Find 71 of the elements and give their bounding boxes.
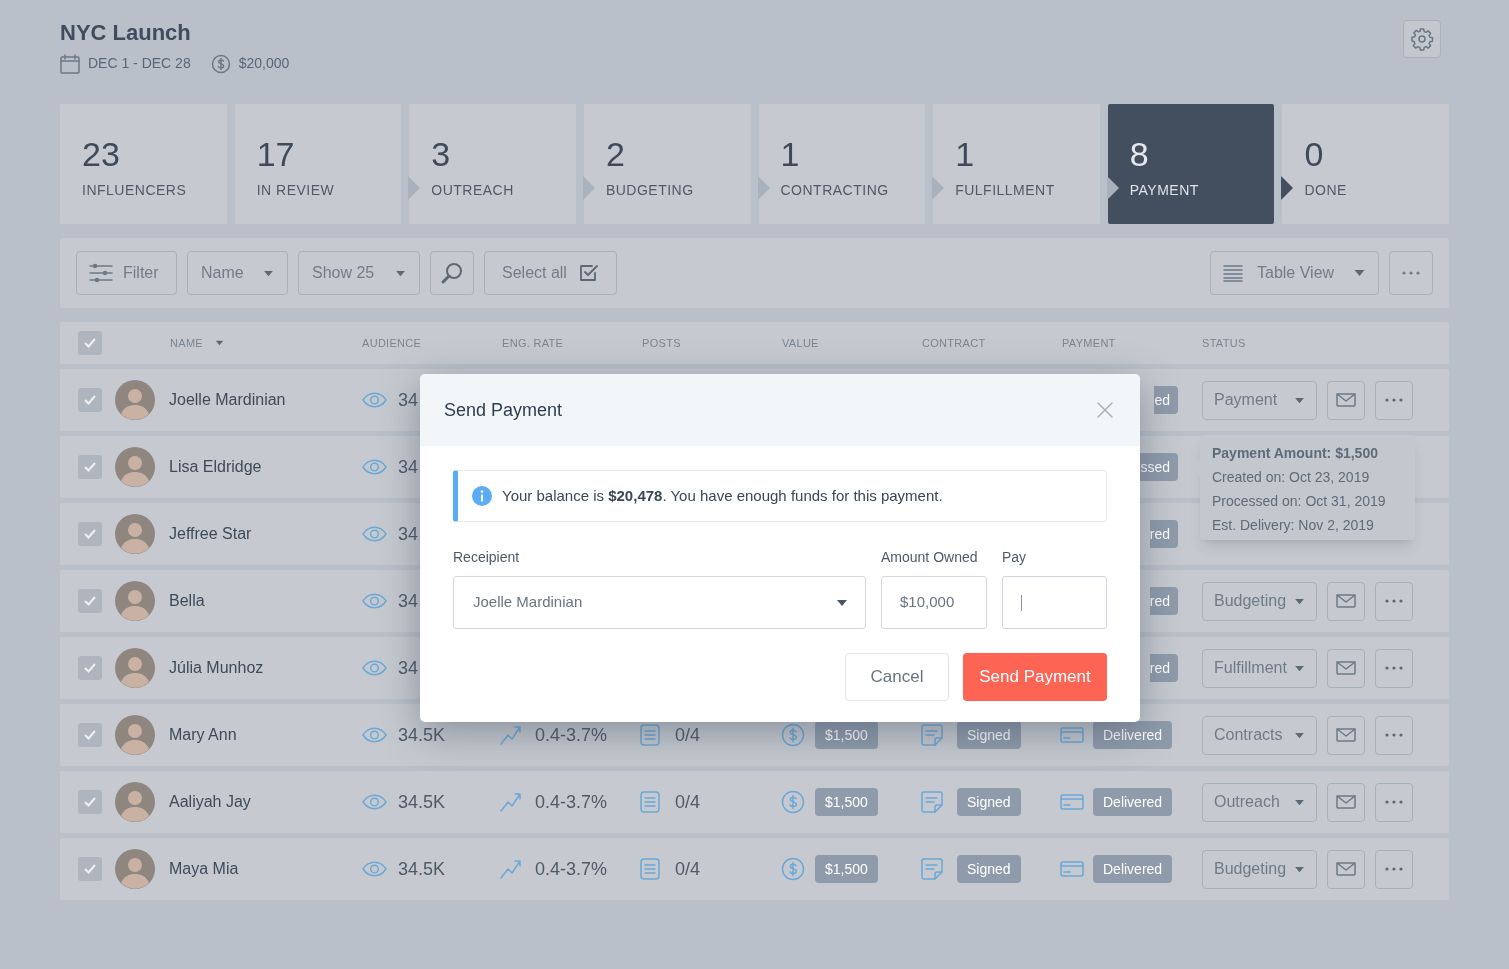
stage-label: DONE <box>1304 180 1348 200</box>
stage-count: 8 <box>1129 133 1150 174</box>
tooltip-line: Est. Delivery: Nov 2, 2019 <box>1212 516 1375 535</box>
column-header: ENG. RATE <box>502 336 564 349</box>
engagement-rate: 0.4-3.7% <box>535 857 608 881</box>
column-header: VALUE <box>782 336 819 349</box>
stage-label: OUTREACH <box>431 180 515 200</box>
stage-label: BUDGETING <box>605 180 695 200</box>
stage-label: FULFILLMENT <box>955 180 1056 200</box>
influencer-name: Mary Ann <box>169 726 237 743</box>
date-range: DEC 1 - DEC 28 <box>88 54 191 73</box>
payment-status-tag: Delivered <box>1093 721 1173 749</box>
stage-label: INFLUENCERS <box>82 180 188 200</box>
influencer-name: Joelle Mardinian <box>169 391 286 408</box>
stage-label: IN REVIEW <box>256 180 336 200</box>
dialog-title: Send Payment <box>444 398 563 422</box>
budget-amount: $20,000 <box>238 54 290 73</box>
payment-status-tag: red <box>1149 654 1178 682</box>
posts-count: 0/4 <box>675 790 701 814</box>
audience-count: 34 <box>398 455 419 479</box>
audience-count: 34 <box>398 589 419 613</box>
payment-status-tag: red <box>1149 587 1178 615</box>
field-label: Amount Owned <box>881 548 979 567</box>
influencer-name: Jeffree Star <box>169 525 252 542</box>
influencer-name: Bella <box>169 592 205 609</box>
audience-count: 34.5K <box>398 723 446 747</box>
influencer-name: Lisa Eldridge <box>169 458 262 475</box>
audience-count: 34.5K <box>398 857 446 881</box>
stage-label: PAYMENT <box>1129 180 1200 200</box>
contract-status-tag: Signed <box>957 788 1021 816</box>
value-tag: $1,500 <box>815 721 878 749</box>
engagement-rate: 0.4-3.7% <box>535 723 608 747</box>
tooltip-line: Processed on: Oct 31, 2019 <box>1212 492 1387 511</box>
contract-status-tag: Signed <box>957 721 1021 749</box>
column-header: POSTS <box>642 336 681 349</box>
tooltip-line: Payment Amount: $1,500 <box>1212 444 1379 463</box>
influencer-name: Maya Mia <box>169 860 239 877</box>
campaign-title: NYC Launch <box>60 19 192 47</box>
field-label: Pay <box>1002 548 1028 567</box>
column-header: CONTRACT <box>922 336 986 349</box>
stage-count: 3 <box>431 133 452 174</box>
column-header: AUDIENCE <box>362 336 422 349</box>
engagement-rate: 0.4-3.7% <box>535 790 608 814</box>
value-tag: $1,500 <box>815 788 878 816</box>
audience-count: 34 <box>398 522 419 546</box>
value-tag: $1,500 <box>815 855 878 883</box>
stage-count: 0 <box>1304 133 1325 174</box>
audience-count: 34.5K <box>398 790 446 814</box>
posts-count: 0/4 <box>675 857 701 881</box>
influencer-name: Aaliyah Jay <box>169 793 251 810</box>
payment-status-tag: Delivered <box>1093 788 1173 816</box>
stage-count: 2 <box>605 133 626 174</box>
stage-count: 23 <box>82 133 121 174</box>
posts-count: 0/4 <box>675 723 701 747</box>
payment-status-tag: ssed <box>1140 453 1178 481</box>
stage-count: 1 <box>955 133 976 174</box>
stage-count: 1 <box>780 133 801 174</box>
influencer-name: Júlia Munhoz <box>169 659 264 676</box>
payment-status-tag: red <box>1149 520 1178 548</box>
contract-status-tag: Signed <box>957 855 1021 883</box>
payment-status-tag: Delivered <box>1093 855 1173 883</box>
payment-status-tag: ed <box>1154 386 1178 414</box>
audience-count: 34 <box>398 656 419 680</box>
stage-count: 17 <box>256 133 296 174</box>
tooltip-line: Created on: Oct 23, 2019 <box>1212 468 1371 487</box>
balance-message: Your balance is $20,478. You have enough funds for this payment. <box>502 485 943 506</box>
audience-count: 34 <box>398 388 419 412</box>
stage-label: CONTRACTING <box>780 180 890 200</box>
column-header: PAYMENT <box>1062 336 1116 349</box>
column-header: STATUS <box>1202 336 1246 349</box>
field-label: Receipient <box>453 548 521 567</box>
